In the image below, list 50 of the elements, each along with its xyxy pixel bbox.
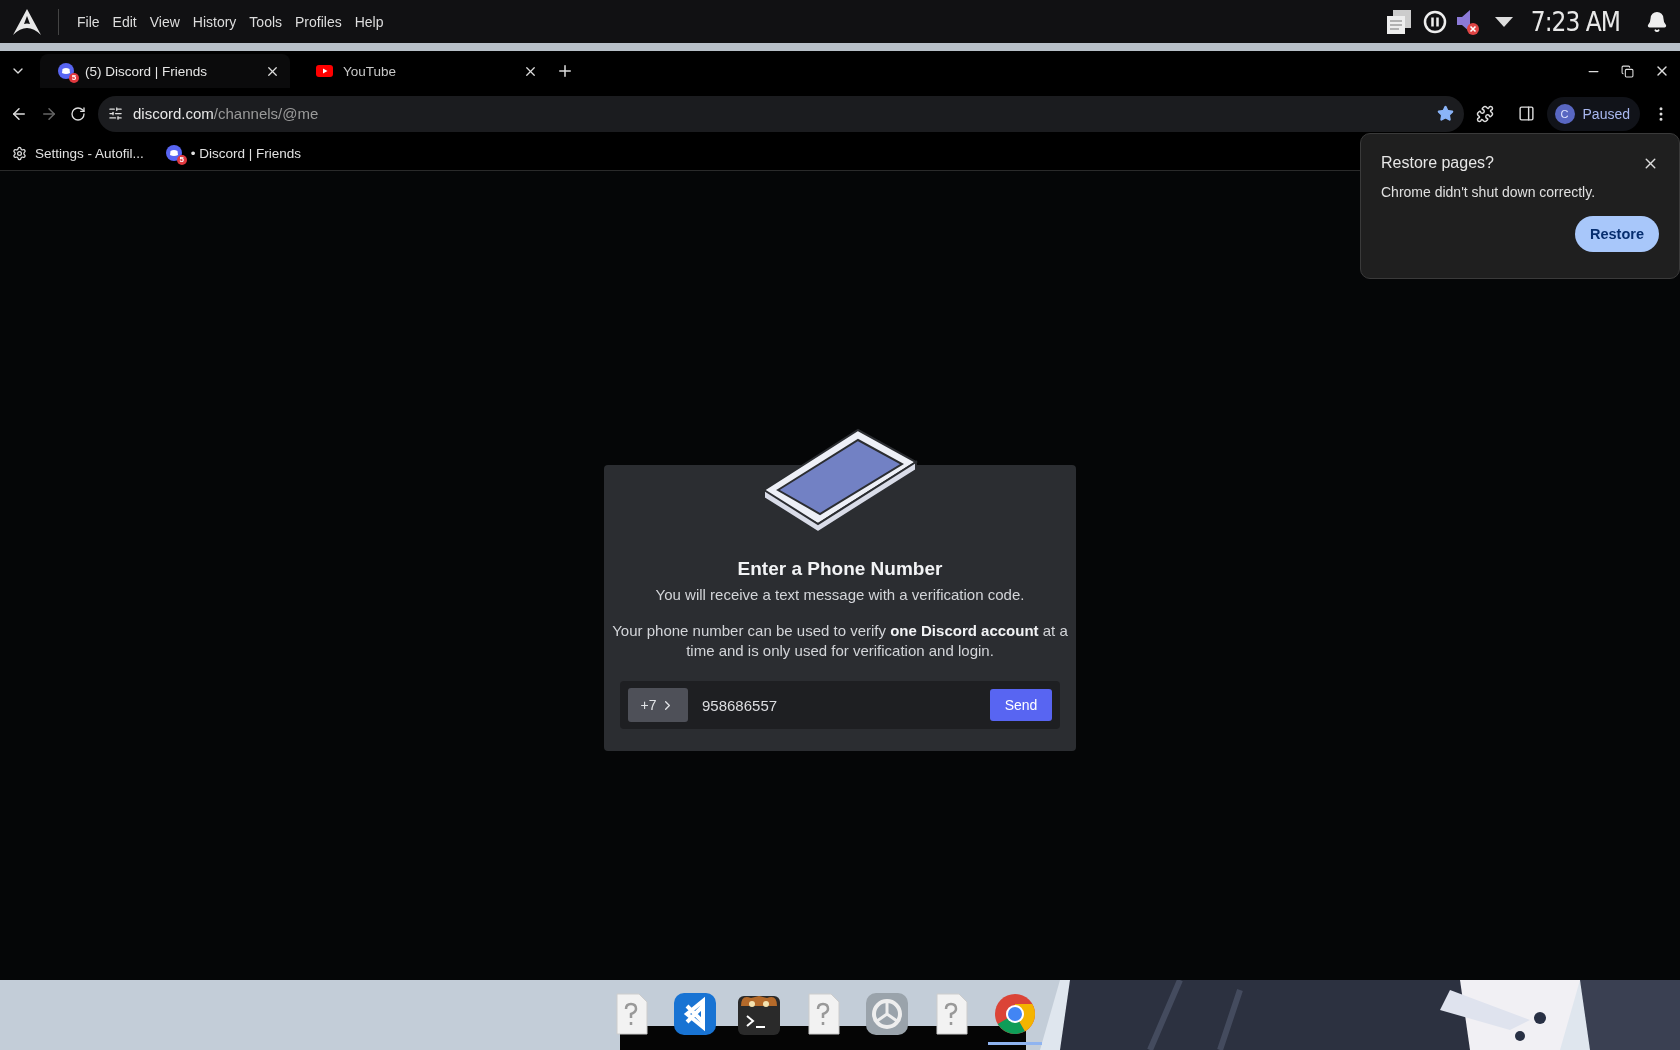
url-text: discord.com/channels/@me xyxy=(133,105,320,122)
menu-item[interactable]: Help xyxy=(354,13,384,30)
menu-item[interactable]: File xyxy=(77,13,100,30)
gear-icon xyxy=(12,145,27,161)
clock: 7:23 AM xyxy=(1530,6,1620,37)
restore-button[interactable]: Restore xyxy=(1575,216,1659,252)
star-icon[interactable] xyxy=(1436,105,1454,122)
settings-icon[interactable] xyxy=(865,992,909,1036)
address-bar[interactable]: discord.com/channels/@me xyxy=(98,95,1464,132)
bookmark[interactable]: 5 • Discord | Friends xyxy=(165,144,302,162)
menu-item[interactable]: Edit xyxy=(112,13,137,30)
browser-tab[interactable]: YouTube xyxy=(298,54,548,88)
pause-icon[interactable] xyxy=(1422,9,1447,34)
avatar: C xyxy=(1554,103,1575,124)
side-panel-icon[interactable] xyxy=(1517,105,1535,122)
phone-input-field[interactable]: +7 958686557 Send xyxy=(620,681,1060,729)
clipboard-icon[interactable] xyxy=(1384,7,1413,36)
browser-icon[interactable] xyxy=(993,992,1037,1036)
new-tab-icon[interactable] xyxy=(556,62,574,80)
menu-item[interactable]: View xyxy=(149,13,180,30)
reload-icon[interactable] xyxy=(70,105,86,122)
dropdown-triangle-icon[interactable] xyxy=(1494,16,1513,27)
site-settings-icon[interactable] xyxy=(108,106,123,121)
notification-badge: 5 xyxy=(176,154,187,165)
puzzle-icon[interactable] xyxy=(1475,104,1494,123)
profile-status: Paused xyxy=(1582,105,1630,122)
menu-item[interactable]: Profiles xyxy=(295,13,342,30)
profile-button[interactable]: C Paused xyxy=(1546,96,1640,131)
country-code-button[interactable]: +7 xyxy=(628,688,688,722)
dialog-title: Enter a Phone Number xyxy=(737,558,943,580)
restore-icon[interactable] xyxy=(1621,64,1634,78)
dialog-subtitle: You will receive a text message with a verification code. xyxy=(655,586,1025,603)
bookmark[interactable]: Settings - Autofil... xyxy=(12,145,144,161)
discord-favicon-icon xyxy=(58,62,75,80)
menu-item[interactable]: History xyxy=(192,13,237,30)
mountain-logo-icon[interactable] xyxy=(12,7,42,36)
popup-title: Restore pages? xyxy=(1381,154,1494,172)
code-editor-icon[interactable] xyxy=(673,992,717,1036)
bookmark-label: Settings - Autofil... xyxy=(35,145,144,161)
muted-speaker-icon[interactable] xyxy=(1454,7,1481,36)
browser-tab[interactable]: 5 (5) Discord | Friends xyxy=(40,54,290,88)
discord-favicon-icon xyxy=(165,144,183,162)
bookmark-label: • Discord | Friends xyxy=(190,145,302,161)
youtube-favicon-icon xyxy=(316,65,333,77)
notification-badge: 5 xyxy=(69,72,79,83)
menu-item[interactable]: Tools xyxy=(249,13,283,30)
send-button[interactable]: Send xyxy=(990,689,1052,721)
bell-icon[interactable] xyxy=(1646,10,1668,33)
dialog-description: Your phone number can be used to verify one Discord account at a time and is only used for verification and login. xyxy=(612,621,1068,661)
popup-message: Chrome didn't shut down correctly. xyxy=(1381,184,1597,200)
